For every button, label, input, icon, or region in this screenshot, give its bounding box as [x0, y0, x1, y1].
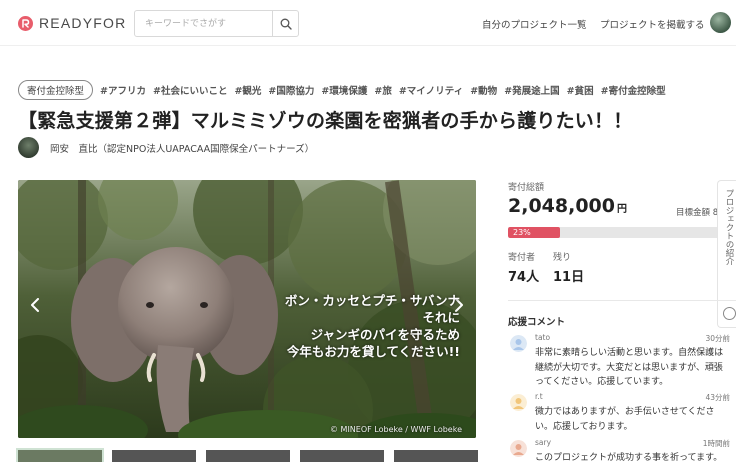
tag-pill-tax-deduction[interactable]: 寄付金控除型 — [18, 80, 94, 100]
image-overlay-text: ボン・カッセとプチ・サバンナ それに ジャンギのパイを守るため 今年もお力を貸し… — [285, 292, 460, 360]
person-icon — [510, 440, 527, 457]
image-thumbnails — [16, 448, 488, 462]
user-avatar[interactable] — [710, 12, 731, 33]
remaining-label: 残り — [553, 253, 572, 263]
project-main-image: ボン・カッセとプチ・サバンナ それに ジャンギのパイを守るため 今年もお力を貸し… — [18, 180, 476, 438]
remaining-value: 11日 — [553, 270, 585, 285]
comment-body: 非常に素晴らしい活動と思います。自然保護は継続が大切です。大変だとは思いますが、… — [535, 348, 724, 387]
thumbnail[interactable] — [16, 448, 104, 462]
search-input[interactable] — [135, 11, 273, 36]
supporters-value: 74人 — [508, 270, 540, 285]
owner-name[interactable]: 岡安 直比（認定NPO法人UAPACAA国際保全パートナーズ） — [50, 141, 314, 155]
photo-credit: © MINEOF Lobeke / WWF Lobeke — [330, 425, 462, 434]
thumbnail[interactable] — [394, 450, 478, 462]
commenter-name[interactable]: r.t — [535, 392, 543, 401]
comment-time: 1時間前 — [702, 439, 730, 448]
tag-list: 寄付金控除型 #アフリカ #社会にいいこと #観光 #国際協力 #環境保護 #旅… — [18, 80, 673, 100]
tag-item[interactable]: #旅 — [374, 83, 391, 97]
overlay-line: 今年もお力を貸してください!! — [286, 344, 460, 359]
comment-item: sary 1時間前 このプロジェクトが成功する事を祈ってます。 — [508, 438, 730, 462]
overlay-line: ジャンギのパイを守るため — [310, 327, 460, 342]
supporters-block: 寄付者 74人 — [508, 250, 539, 285]
site-header: READYFOR 自分のプロジェクト一覧 プロジェクトを掲載する — [0, 0, 736, 46]
comment-time: 30分前 — [705, 334, 730, 343]
logo-mark-icon — [18, 15, 33, 31]
tag-item[interactable]: #動物 — [470, 83, 497, 97]
readyfor-logo[interactable]: READYFOR — [18, 15, 126, 31]
tag-item[interactable]: #観光 — [234, 83, 261, 97]
overlay-line: それに — [422, 310, 460, 325]
overlay-line: ボン・カッセとプチ・サバンナ — [284, 293, 460, 308]
tag-item[interactable]: #マイノリティ — [399, 83, 463, 97]
tag-item[interactable]: #社会にいいこと — [153, 83, 227, 97]
comment-item: tato 30分前 非常に素晴らしい活動と思います。自然保護は継続が大切です。大… — [508, 333, 730, 387]
comments-title: 応援コメント — [508, 317, 566, 328]
person-icon — [510, 335, 527, 352]
funding-stats: 寄付総額 2,048,000円 目標金額 8,700,000円 23% 寄付者 … — [508, 180, 736, 285]
comment-body: このプロジェクトが成功する事を祈ってます。 — [535, 453, 723, 462]
search-icon — [280, 18, 292, 30]
commenter-avatar[interactable] — [510, 394, 527, 411]
project-title: 【緊急支援第２弾】マルミミゾウの楽園を密猟者の手から護りたい！！ — [18, 110, 633, 132]
commenter-name[interactable]: sary — [535, 438, 551, 447]
thumbnail[interactable] — [300, 450, 384, 462]
supporters-label: 寄付者 — [508, 253, 536, 263]
side-tab-text: プロジェクトの紹介 — [724, 189, 734, 266]
project-owner[interactable]: 岡安 直比（認定NPO法人UAPACAA国際保全パートナーズ） — [18, 137, 314, 158]
tag-item[interactable]: #発展途上国 — [504, 83, 559, 97]
chevron-left-icon — [31, 298, 39, 312]
yen-unit: 円 — [616, 204, 627, 215]
logo-text: READYFOR — [39, 15, 127, 31]
tag-item[interactable]: #アフリカ — [100, 83, 146, 97]
comment-body: 微力ではありますが、お手伝いさせてください。応援しております。 — [535, 407, 715, 432]
owner-avatar[interactable] — [18, 137, 39, 158]
total-amount: 2,048,000 — [508, 195, 615, 217]
divider — [508, 300, 736, 301]
nav-post-project[interactable]: プロジェクトを掲載する — [600, 17, 705, 31]
carousel-prev-button[interactable] — [22, 292, 48, 318]
search-button[interactable] — [272, 11, 298, 36]
side-floating-tab[interactable]: プロジェクトの紹介 — [717, 180, 736, 328]
comment-item: r.t 43分前 微力ではありますが、お手伝いさせてください。応援しております。 — [508, 392, 730, 432]
tag-item[interactable]: #環境保護 — [321, 83, 367, 97]
progress-label: 23% — [513, 228, 531, 237]
commenter-avatar[interactable] — [510, 440, 527, 457]
person-icon — [510, 394, 527, 411]
remaining-block: 残り 11日 — [553, 250, 584, 285]
comment-time: 43分前 — [705, 393, 730, 402]
thumbnail[interactable] — [112, 450, 196, 462]
thumbnail[interactable] — [206, 450, 290, 462]
total-label: 寄付総額 — [508, 183, 545, 193]
commenter-avatar[interactable] — [510, 335, 527, 352]
progress-bar: 23% — [508, 227, 736, 238]
tag-item[interactable]: #国際協力 — [268, 83, 314, 97]
circle-icon — [723, 307, 736, 320]
search-box — [134, 10, 299, 37]
commenter-name[interactable]: tato — [535, 333, 550, 342]
tag-item[interactable]: #貧困 — [567, 83, 594, 97]
nav-my-projects[interactable]: 自分のプロジェクト一覧 — [482, 17, 587, 31]
tag-item[interactable]: #寄付金控除型 — [601, 83, 666, 97]
